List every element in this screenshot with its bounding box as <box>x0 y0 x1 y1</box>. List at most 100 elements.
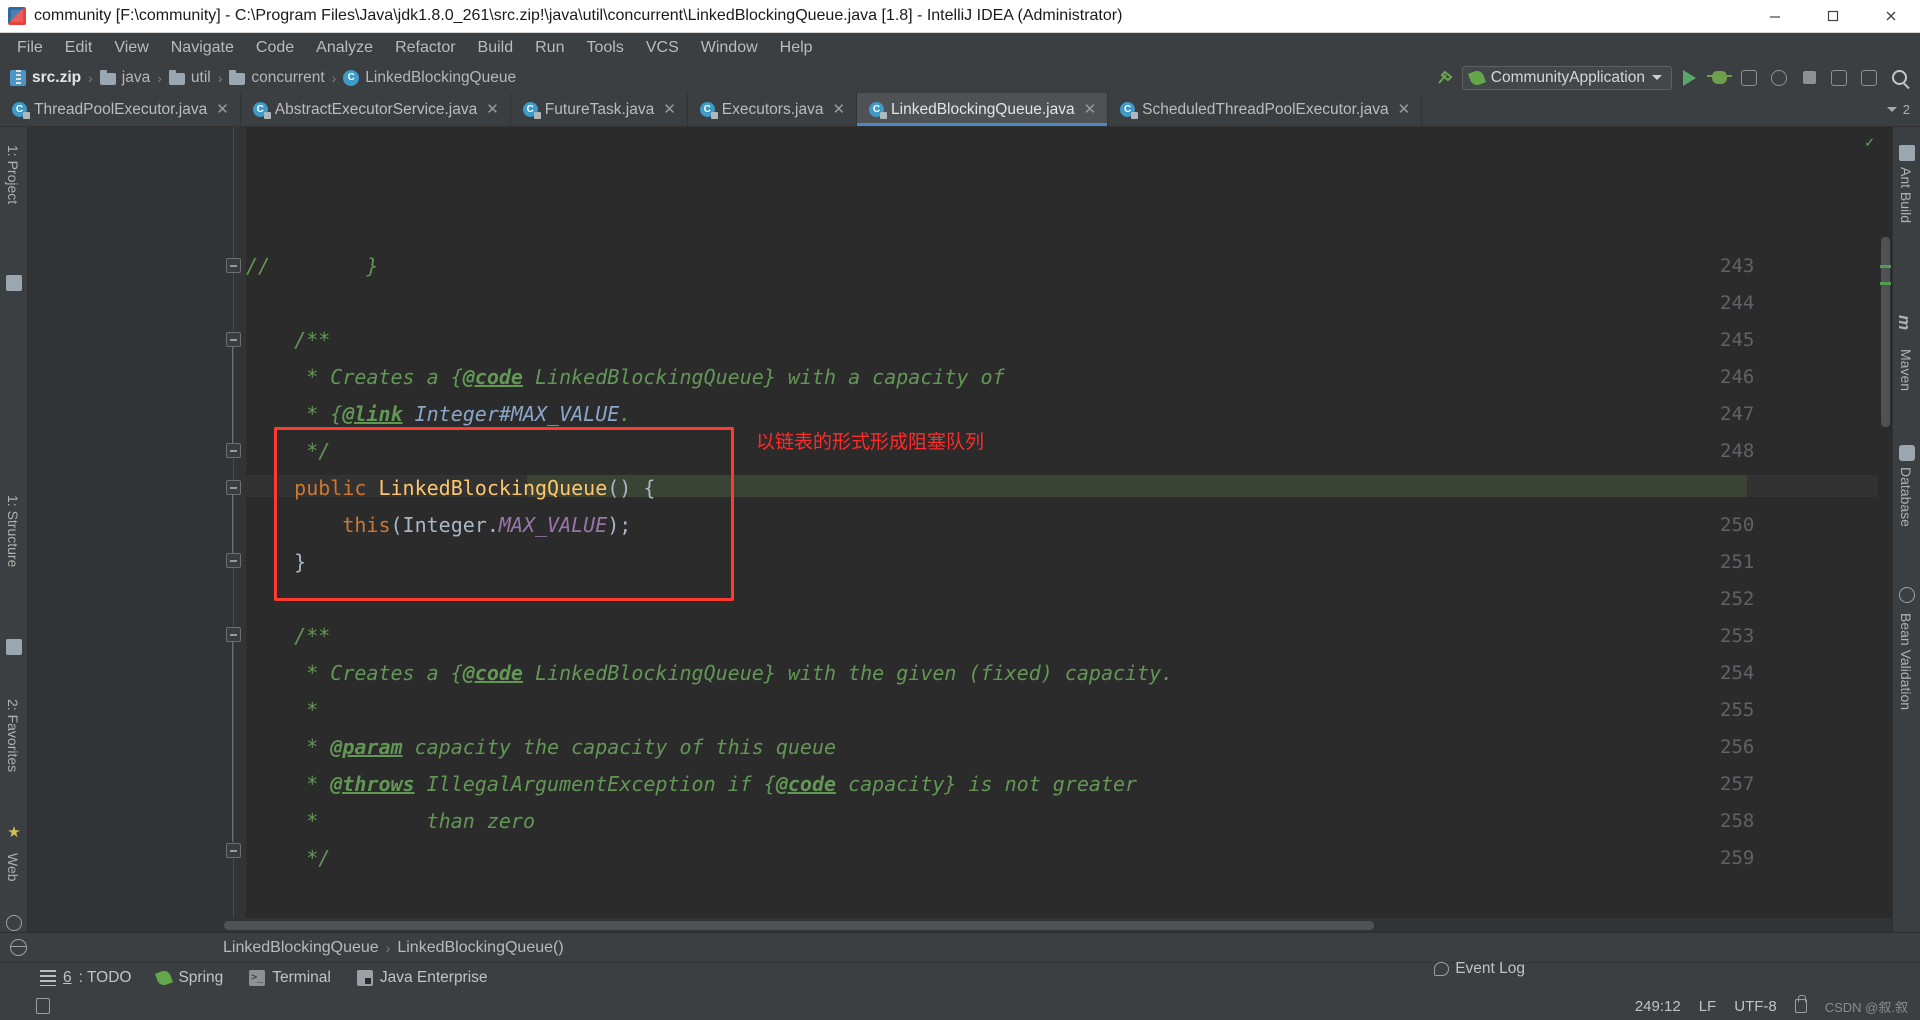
tabs-overflow[interactable]: 2 <box>1877 93 1920 126</box>
app-server-button[interactable] <box>1826 65 1852 91</box>
profiler-button[interactable] <box>1766 65 1792 91</box>
project-icon[interactable] <box>6 275 22 291</box>
breadcrumb-src-zip[interactable]: src.zip <box>10 69 81 87</box>
line-separator[interactable]: LF <box>1699 998 1717 1015</box>
code-constant: MAX_VALUE <box>498 513 608 537</box>
menu-vcs[interactable]: VCS <box>635 35 690 61</box>
tab-linkedblockingqueue[interactable]: C LinkedBlockingQueue.java ✕ <box>857 93 1109 126</box>
close-icon[interactable]: ✕ <box>216 102 229 117</box>
tab-futuretask[interactable]: C FutureTask.java ✕ <box>510 93 688 126</box>
sidebar-item-bean-validation[interactable]: Bean Validation <box>1898 613 1914 710</box>
fold-marker[interactable] <box>226 843 241 858</box>
close-icon[interactable]: ✕ <box>1398 102 1411 117</box>
fold-marker[interactable] <box>226 332 241 347</box>
code-segment: IllegalArgumentException if { <box>414 772 776 796</box>
tab-executors[interactable]: C Executors.java ✕ <box>687 93 858 126</box>
close-icon[interactable]: ✕ <box>663 102 676 117</box>
close-icon[interactable]: ✕ <box>486 102 499 117</box>
maven-m-icon[interactable]: m <box>1894 315 1914 330</box>
tab-scheduledthreadpoolexecutor[interactable]: C ScheduledThreadPoolExecutor.java ✕ <box>1108 93 1423 126</box>
search-everywhere-button[interactable] <box>1886 65 1912 91</box>
read-only-lock-icon[interactable] <box>1794 995 1807 1013</box>
build-hammer-icon[interactable] <box>1432 65 1458 91</box>
breadcrumb-java[interactable]: java <box>99 69 150 87</box>
breadcrumb-util[interactable]: util <box>168 69 211 87</box>
sidebar-item-favorites[interactable]: 2: Favorites <box>5 699 21 772</box>
sidebar-item-structure[interactable]: 1: Structure <box>5 495 21 567</box>
menu-analyze[interactable]: Analyze <box>305 35 384 61</box>
tool-window-terminal[interactable]: >_ Terminal <box>249 969 331 987</box>
fold-marker[interactable] <box>226 627 241 642</box>
tool-window-spring[interactable]: Spring <box>155 969 223 987</box>
breadcrumb-class[interactable]: LinkedBlockingQueue <box>223 939 379 957</box>
menu-window[interactable]: Window <box>690 35 769 61</box>
menu-refactor[interactable]: Refactor <box>384 35 466 61</box>
breadcrumb-concurrent[interactable]: concurrent <box>229 69 325 87</box>
fold-marker[interactable] <box>226 258 241 273</box>
usage-highlight <box>527 475 1747 497</box>
terminal-icon: >_ <box>249 969 266 986</box>
menu-view[interactable]: View <box>103 35 159 61</box>
breadcrumb-linkedblockingqueue[interactable]: C LinkedBlockingQueue <box>343 69 516 87</box>
run-button[interactable] <box>1676 65 1702 91</box>
maximize-button[interactable] <box>1804 0 1862 33</box>
close-icon[interactable]: ✕ <box>1084 102 1097 117</box>
tab-threadpoolexecutor[interactable]: C ThreadPoolExecutor.java ✕ <box>0 93 241 126</box>
debug-button[interactable] <box>1706 65 1732 91</box>
menu-run[interactable]: Run <box>524 35 575 61</box>
close-icon[interactable]: ✕ <box>832 102 845 117</box>
fold-marker[interactable] <box>226 443 241 458</box>
menu-file[interactable]: File <box>6 35 54 61</box>
breadcrumb-method[interactable]: LinkedBlockingQueue() <box>397 939 563 957</box>
sidebar-item-web[interactable]: Web <box>5 853 21 882</box>
tool-window-todo[interactable]: 6: TODO <box>40 969 131 987</box>
bean-validation-icon[interactable] <box>1899 587 1915 603</box>
marker-stripe[interactable] <box>1880 265 1891 268</box>
editor-vertical-scrollbar[interactable] <box>1878 127 1892 918</box>
editor-horizontal-scrollbar[interactable] <box>28 918 1892 932</box>
menu-code[interactable]: Code <box>245 35 305 61</box>
menu-build[interactable]: Build <box>467 35 525 61</box>
minimize-button[interactable] <box>1746 0 1804 33</box>
marker-stripe[interactable] <box>1880 282 1891 285</box>
breadcrumb-separator: › <box>88 69 93 86</box>
main-area: 1: Project 1: Structure 2: Favorites ★ W… <box>0 127 1920 932</box>
sidebar-item-ant-build[interactable]: Ant Build <box>1898 167 1914 223</box>
document-icon[interactable] <box>36 998 50 1014</box>
tab-abstractexecutorservice[interactable]: C AbstractExecutorService.java ✕ <box>240 93 511 126</box>
web-globe-icon[interactable] <box>10 939 27 956</box>
fold-marker[interactable] <box>226 553 241 568</box>
class-icon: C <box>869 102 888 119</box>
structure-icon[interactable] <box>6 639 22 655</box>
menu-edit[interactable]: Edit <box>54 35 104 61</box>
inspection-status-icon[interactable]: ✓ <box>1865 133 1874 151</box>
editor-gutter[interactable] <box>28 127 246 918</box>
tool-window-java-enterprise[interactable]: Java Enterprise <box>356 969 488 987</box>
tool-window-todo-label: : TODO <box>78 968 132 986</box>
code-keyword: public <box>246 476 379 500</box>
web-globe-icon[interactable] <box>6 915 22 931</box>
sidebar-item-database[interactable]: Database <box>1898 467 1914 527</box>
close-button[interactable] <box>1862 0 1920 33</box>
menu-tools[interactable]: Tools <box>575 35 634 61</box>
menu-navigate[interactable]: Navigate <box>160 35 245 61</box>
stop-button[interactable] <box>1796 65 1822 91</box>
database-icon[interactable] <box>1899 445 1915 461</box>
ant-icon[interactable] <box>1899 145 1915 161</box>
menu-help[interactable]: Help <box>769 35 824 61</box>
scrollbar-thumb[interactable] <box>224 921 1374 930</box>
sidebar-item-project[interactable]: 1: Project <box>5 145 21 204</box>
intellij-idea-window: community [F:\community] - C:\Program Fi… <box>0 0 1920 1020</box>
code-text-area[interactable]: // } /** * Creates a {@code LinkedBlocki… <box>246 127 1892 918</box>
fold-marker[interactable] <box>226 480 241 495</box>
run-configuration-selector[interactable]: CommunityApplication <box>1461 65 1672 90</box>
caret-position[interactable]: 249:12 <box>1635 998 1681 1015</box>
update-button[interactable] <box>1856 65 1882 91</box>
event-log-button[interactable]: Event Log <box>1434 960 1525 978</box>
tab-label: Executors.java <box>721 100 824 118</box>
sidebar-item-maven[interactable]: Maven <box>1898 349 1914 391</box>
run-with-coverage-button[interactable] <box>1736 65 1762 91</box>
file-encoding[interactable]: UTF-8 <box>1734 998 1777 1015</box>
code-editor[interactable]: 243 244 245 246 247 248 249 250 251 252 … <box>28 127 1892 918</box>
favorites-star-icon[interactable]: ★ <box>6 825 22 841</box>
